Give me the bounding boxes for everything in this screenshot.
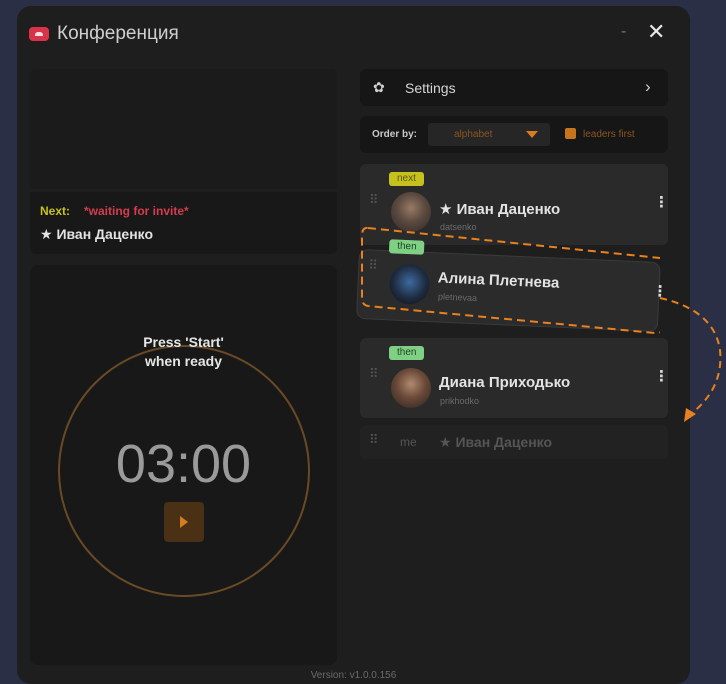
order-select-value: alphabet xyxy=(454,129,493,140)
settings-row[interactable]: ✿ Settings › xyxy=(360,69,668,106)
queue-tag: next xyxy=(389,172,424,186)
next-up-panel: Next: *waiting for invite* ★ Иван Даценк… xyxy=(30,192,337,254)
next-status: *waiting for invite* xyxy=(84,204,189,218)
next-label: Next: xyxy=(40,204,71,218)
participant-name: ★ Иван Даценко xyxy=(439,201,561,218)
title-bar: Конференция - ✕ xyxy=(17,6,690,56)
start-prompt: Press 'Start' when ready xyxy=(30,333,337,371)
minimize-button[interactable]: - xyxy=(621,23,626,41)
play-button[interactable] xyxy=(164,502,204,542)
gear-icon: ✿ xyxy=(373,79,385,95)
video-area xyxy=(30,69,337,189)
me-name: ★ Иван Даценко xyxy=(439,434,553,450)
timer-display: 03:00 xyxy=(115,434,252,494)
settings-label: Settings xyxy=(405,80,456,96)
next-participant-name: ★ Иван Даценко xyxy=(40,226,154,242)
drag-outline xyxy=(361,226,660,335)
version-label: Version: v1.0.0.156 xyxy=(310,670,397,681)
avatar xyxy=(391,368,431,408)
order-select[interactable]: alphabet xyxy=(428,123,550,146)
queue-tag: then xyxy=(389,346,425,360)
window-title: Конференция xyxy=(57,23,179,44)
close-button[interactable]: ✕ xyxy=(647,19,665,45)
participant-card[interactable]: then ⠿ Диана Приходько prikhodko ⋮ xyxy=(360,338,669,418)
drag-handle-icon[interactable]: ⠿ xyxy=(369,367,379,380)
dropdown-arrow-icon xyxy=(526,131,538,138)
chevron-right-icon: › xyxy=(645,77,651,96)
participant-login: prikhodko xyxy=(440,396,480,406)
more-options-icon[interactable]: ⋮ xyxy=(654,195,669,210)
order-by-label: Order by: xyxy=(372,129,418,140)
me-row: ⠿ me ★ Иван Даценко xyxy=(360,425,668,459)
move-arrow xyxy=(659,297,722,422)
leaders-first-checkbox[interactable] xyxy=(565,128,576,139)
start-prompt-line1: Press 'Start' xyxy=(143,334,224,350)
drag-handle-icon[interactable]: ⠿ xyxy=(369,193,379,206)
timer-panel: Press 'Start' when ready 03:00 xyxy=(30,265,337,665)
participant-name: Диана Приходько xyxy=(439,374,571,391)
start-prompt-line2: when ready xyxy=(144,353,223,369)
drag-handle-icon: ⠿ xyxy=(369,432,379,447)
leaders-first-label: leaders first xyxy=(583,129,635,140)
me-label: me xyxy=(400,435,417,449)
order-row: Order by: alphabet leaders first xyxy=(360,116,668,153)
phone-icon xyxy=(29,27,49,41)
